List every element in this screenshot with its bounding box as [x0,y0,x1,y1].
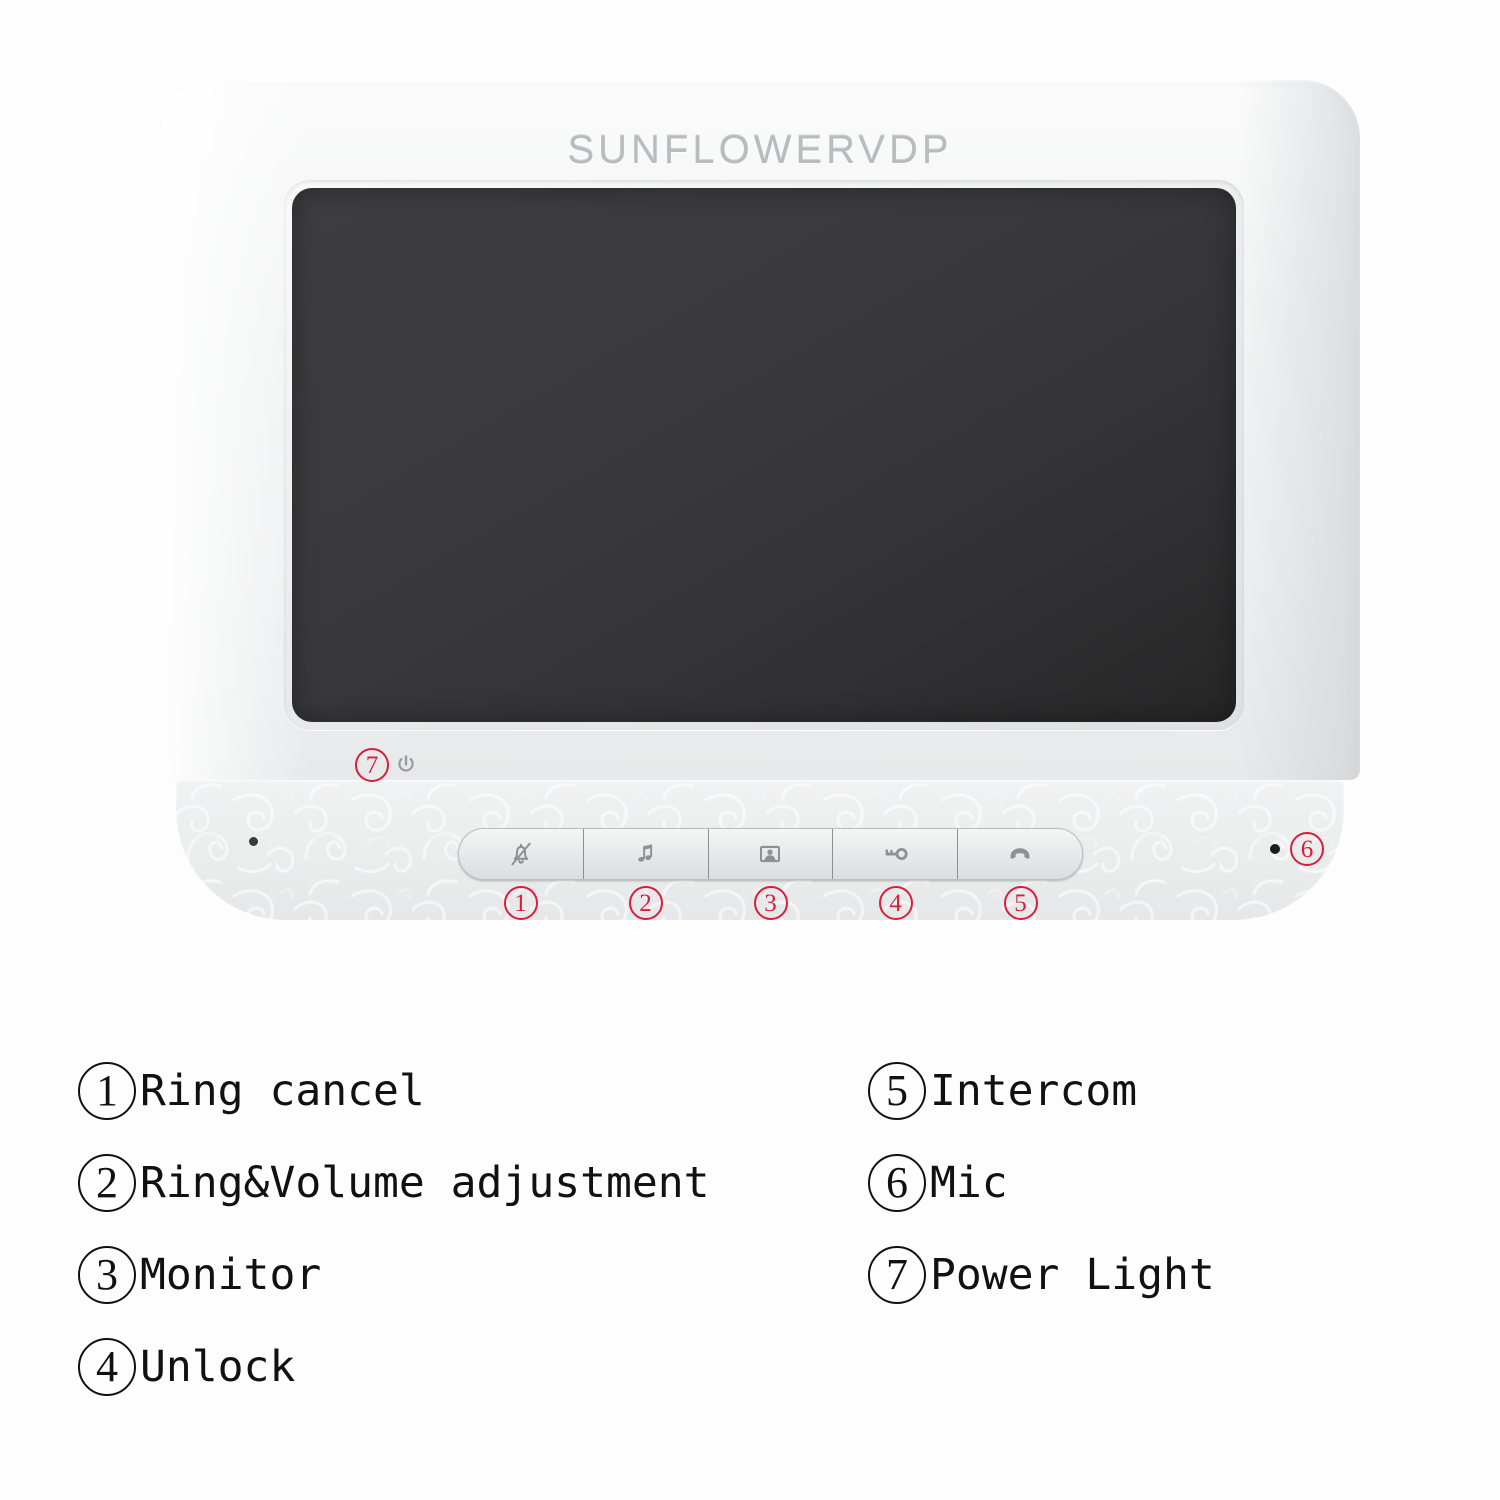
marker-2: 2 [628,886,663,920]
legend-marker-6: 6 [868,1154,926,1212]
legend-marker-7: 7 [868,1246,926,1304]
ring-cancel-button[interactable] [459,829,584,879]
unlock-button[interactable] [833,829,959,879]
power-light-indicator: 7 [355,748,418,782]
legend-label-ring-volume: Ring&Volume adjustment [140,1158,710,1208]
marker-4: 4 [878,886,913,920]
legend-item-intercom: 5 Intercom [868,1045,1215,1137]
legend-label-monitor: Monitor [140,1250,322,1300]
legend-item-mic: 6 Mic [868,1137,1215,1229]
legend-item-unlock: 4 Unlock [78,1321,710,1413]
legend-marker-2: 2 [78,1154,136,1212]
legend: 1 Ring cancel 2 Ring&Volume adjustment 3… [0,1045,1500,1465]
display-screen[interactable] [292,188,1236,722]
legend-item-ring-cancel: 1 Ring cancel [78,1045,710,1137]
legend-marker-5: 5 [868,1062,926,1120]
phone-handset-icon [1010,848,1030,859]
video-door-phone-monitor: SUNFLOWERVDP 7 1 2 3 4 5 6 [160,80,1360,920]
button-markers: 1 2 3 4 5 [458,886,1083,920]
ring-volume-button[interactable] [583,829,709,879]
legend-label-unlock: Unlock [140,1342,296,1392]
marker-1: 1 [503,886,538,920]
legend-column-right: 5 Intercom 6 Mic 7 Power Light [868,1045,1215,1321]
marker-5: 5 [1003,886,1038,920]
key-icon [885,847,908,860]
legend-label-ring-cancel: Ring cancel [140,1066,425,1116]
legend-label-intercom: Intercom [930,1066,1138,1116]
legend-marker-1: 1 [78,1062,136,1120]
monitor-button[interactable] [708,829,834,879]
brand-label: SUNFLOWERVDP [567,128,953,172]
speaker-hole [249,837,258,846]
legend-marker-4: 4 [78,1338,136,1396]
legend-marker-3: 3 [78,1246,136,1304]
marker-6: 6 [1290,832,1324,866]
mic-indicator: 6 [1270,832,1324,866]
power-symbol-icon [398,755,414,772]
bell-muted-icon [511,842,531,866]
legend-column-left: 1 Ring cancel 2 Ring&Volume adjustment 3… [78,1045,710,1413]
legend-item-power-light: 7 Power Light [868,1229,1215,1321]
legend-label-power-light: Power Light [930,1250,1215,1300]
control-button-bar[interactable] [458,828,1083,880]
mic-hole [1270,844,1280,854]
music-note-icon [638,844,652,862]
marker-3: 3 [753,886,788,920]
legend-item-monitor: 3 Monitor [78,1229,710,1321]
intercom-button[interactable] [958,829,1082,879]
monitor-person-icon [760,845,781,863]
legend-label-mic: Mic [930,1158,1008,1208]
legend-item-ring-volume: 2 Ring&Volume adjustment [78,1137,710,1229]
screen-bezel [284,180,1244,730]
marker-7: 7 [355,748,389,782]
